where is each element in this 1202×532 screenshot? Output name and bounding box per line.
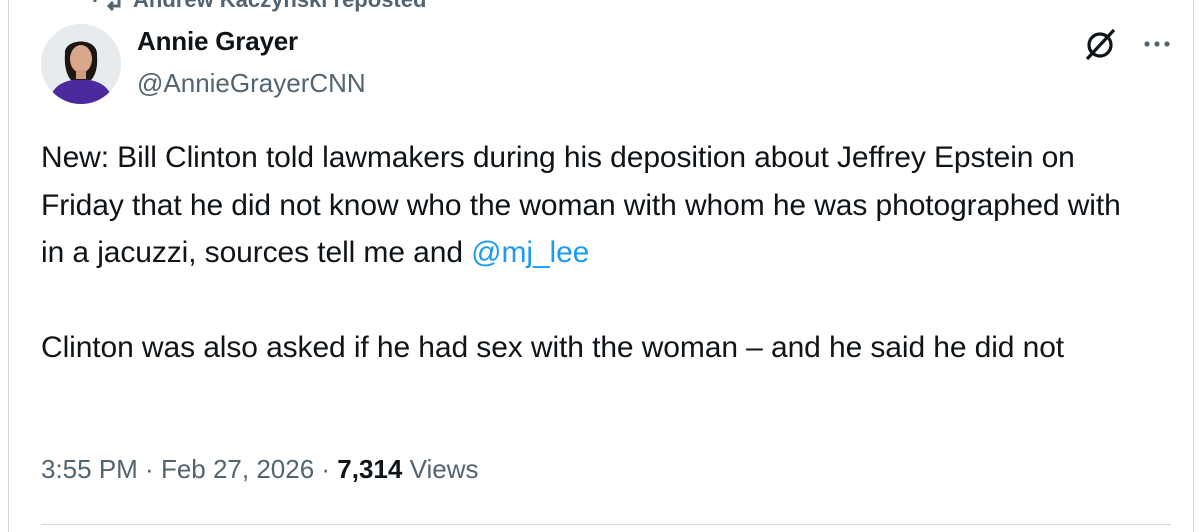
meta-separator: · — [314, 454, 338, 484]
avatar[interactable] — [41, 24, 121, 104]
mention-link[interactable]: @mj_lee — [471, 236, 589, 269]
repost-banner[interactable]: Andrew Kaczynski reposted — [91, 0, 426, 12]
tweet-meta: 3:55 PM · Feb 27, 2026 · 7,314 Views — [41, 454, 478, 485]
tweet-date[interactable]: Feb 27, 2026 — [161, 454, 314, 484]
tweet-card: Andrew Kaczynski reposted Annie Grayer @… — [8, 0, 1194, 532]
repost-label: Andrew Kaczynski reposted — [133, 0, 426, 13]
views-count: 7,314 — [337, 454, 403, 484]
more-icon[interactable] — [1141, 30, 1173, 58]
tweet-text: New: Bill Clinton told lawmakers during … — [41, 134, 1151, 372]
meta-separator: · — [137, 454, 161, 484]
avatar-image — [41, 24, 121, 104]
tweet-time[interactable]: 3:55 PM — [41, 454, 138, 484]
tweet-paragraph-2: Clinton was also asked if he had sex wit… — [41, 331, 1065, 364]
grok-icon[interactable] — [1081, 24, 1121, 64]
divider — [41, 524, 1171, 525]
tweet-paragraph-1: New: Bill Clinton told lawmakers during … — [41, 134, 1151, 277]
author-name[interactable]: Annie Grayer — [137, 26, 298, 57]
views-label: Views — [402, 454, 479, 484]
author-handle[interactable]: @AnnieGrayerCNN — [137, 68, 366, 99]
repost-icon — [91, 0, 123, 12]
